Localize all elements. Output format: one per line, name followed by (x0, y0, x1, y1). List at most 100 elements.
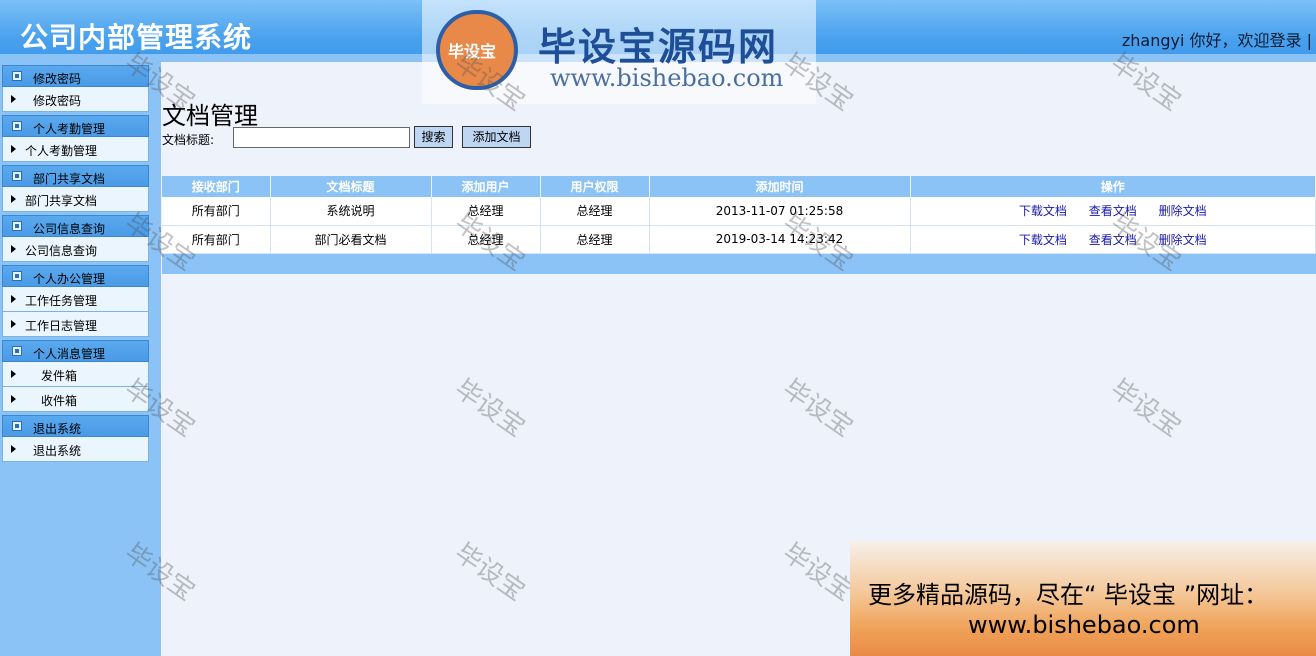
sidebar-group-title: 修改密码 (33, 72, 82, 86)
folder-icon (12, 171, 22, 181)
sidebar-item-worklog[interactable]: 工作日志管理 (2, 312, 149, 337)
arrow-right-icon (11, 295, 16, 303)
add-document-button[interactable]: 添加文档 (462, 126, 531, 148)
download-document-link[interactable]: 下载文档 (1019, 204, 1067, 218)
sidebar-item-label: 工作日志管理 (25, 319, 98, 333)
sidebar: 修改密码 修改密码 个人考勤管理 个人考勤管理 部门共享文档 部门共享文档 公司… (0, 62, 161, 656)
download-document-link[interactable]: 下载文档 (1019, 233, 1067, 247)
column-header: 添加时间 (649, 176, 911, 197)
cell-role: 总经理 (540, 225, 650, 254)
column-header: 文档标题 (270, 176, 432, 197)
logo-badge-icon: 毕设宝 (436, 10, 518, 90)
folder-icon (12, 221, 22, 231)
sidebar-item-attendance[interactable]: 个人考勤管理 (2, 137, 149, 162)
ad-text: 更多精品源码，尽在“ 毕设宝 ”网址： (868, 581, 1269, 609)
view-document-link[interactable]: 查看文档 (1089, 204, 1137, 218)
folder-icon (12, 121, 22, 131)
sidebar-group-shared-docs: 部门共享文档 部门共享文档 (2, 165, 149, 212)
sidebar-group-company-info: 公司信息查询 公司信息查询 (2, 215, 149, 262)
sidebar-group-header[interactable]: 个人办公管理 (2, 265, 149, 287)
sidebar-group-title: 个人办公管理 (33, 272, 106, 286)
sidebar-group-password: 修改密码 修改密码 (2, 65, 149, 112)
folder-icon (12, 421, 22, 431)
sidebar-item-label: 个人考勤管理 (25, 144, 98, 158)
cell-role: 总经理 (540, 197, 650, 226)
sidebar-item-label: 退出系统 (33, 444, 82, 458)
sidebar-group-attendance: 个人考勤管理 个人考勤管理 (2, 115, 149, 162)
delete-document-link[interactable]: 删除文档 (1159, 204, 1207, 218)
logo-url-text: www.bishebao.com (550, 64, 784, 92)
page-title: 文档管理 (162, 102, 258, 130)
logo-badge-text: 毕设宝 (448, 42, 497, 61)
arrow-right-icon (11, 145, 16, 153)
cell-actions: 下载文档 查看文档 删除文档 (910, 197, 1316, 226)
table-row: 所有部门 部门必看文档 总经理 总经理 2019-03-14 14:23:42 … (162, 225, 1316, 254)
column-header: 操作 (910, 176, 1316, 197)
folder-icon (12, 346, 22, 356)
folder-icon (12, 271, 22, 281)
watermark-logo: 毕设宝 毕设宝源码网 www.bishebao.com (422, 0, 816, 104)
sidebar-group-header[interactable]: 退出系统 (2, 415, 149, 437)
sidebar-group-title: 个人消息管理 (33, 347, 106, 361)
view-document-link[interactable]: 查看文档 (1089, 233, 1137, 247)
folder-icon (12, 71, 22, 81)
arrow-right-icon (11, 245, 16, 253)
sidebar-item-label: 公司信息查询 (25, 244, 98, 258)
column-header: 接收部门 (162, 176, 271, 197)
cell-title: 部门必看文档 (270, 225, 432, 254)
cell-dept: 所有部门 (162, 197, 271, 226)
arrow-right-icon (11, 320, 16, 328)
sidebar-item-label: 部门共享文档 (25, 194, 98, 208)
sidebar-group-title: 退出系统 (33, 422, 82, 436)
logo-brand-text: 毕设宝源码网 (538, 25, 779, 69)
table-header-row: 接收部门 文档标题 添加用户 用户权限 添加时间 操作 (162, 176, 1316, 197)
app-title: 公司内部管理系统 (20, 21, 253, 54)
sidebar-group-header[interactable]: 部门共享文档 (2, 165, 149, 187)
search-label: 文档标题: (162, 133, 215, 147)
search-input[interactable] (233, 127, 410, 148)
arrow-right-icon (11, 95, 16, 103)
sidebar-group-title: 公司信息查询 (33, 222, 106, 236)
sidebar-item-label: 工作任务管理 (25, 294, 98, 308)
sidebar-item-inbox[interactable]: 收件箱 (2, 387, 149, 412)
cell-time: 2013-11-07 01:25:58 (649, 197, 911, 226)
sidebar-group-header[interactable]: 个人考勤管理 (2, 115, 149, 137)
arrow-right-icon (11, 195, 16, 203)
sidebar-group-logout: 退出系统 退出系统 (2, 415, 149, 462)
sidebar-item-label: 收件箱 (41, 394, 78, 408)
sidebar-item-change-password[interactable]: 修改密码 (2, 87, 149, 112)
arrow-right-icon (11, 395, 16, 403)
column-header: 用户权限 (540, 176, 650, 197)
ad-url: www.bishebao.com (968, 611, 1200, 639)
table-footer-bar (162, 254, 1316, 274)
ad-banner[interactable]: 更多精品源码，尽在“ 毕设宝 ”网址： www.bishebao.com (850, 541, 1316, 656)
sidebar-group-title: 个人考勤管理 (33, 122, 106, 136)
sidebar-item-logout[interactable]: 退出系统 (2, 437, 149, 462)
sidebar-item-tasks[interactable]: 工作任务管理 (2, 287, 149, 312)
sidebar-group-header[interactable]: 修改密码 (2, 65, 149, 87)
welcome-text: zhangyi 你好，欢迎登录 | (1121, 31, 1312, 50)
cell-user: 总经理 (431, 197, 541, 226)
documents-table: 接收部门 文档标题 添加用户 用户权限 添加时间 操作 所有部门 系统说明 总经… (162, 176, 1316, 254)
sidebar-group-office: 个人办公管理 工作任务管理 工作日志管理 (2, 265, 149, 337)
sidebar-item-label: 修改密码 (33, 94, 82, 108)
cell-title: 系统说明 (270, 197, 432, 226)
sidebar-item-company-info[interactable]: 公司信息查询 (2, 237, 149, 262)
delete-document-link[interactable]: 删除文档 (1159, 233, 1207, 247)
sidebar-group-title: 部门共享文档 (33, 172, 106, 186)
cell-dept: 所有部门 (162, 225, 271, 254)
cell-actions: 下载文档 查看文档 删除文档 (910, 225, 1316, 254)
column-header: 添加用户 (431, 176, 541, 197)
sidebar-group-header[interactable]: 个人消息管理 (2, 340, 149, 362)
sidebar-group-messages: 个人消息管理 发件箱 收件箱 (2, 340, 149, 412)
cell-time: 2019-03-14 14:23:42 (649, 225, 911, 254)
search-button[interactable]: 搜索 (414, 126, 453, 148)
table-row: 所有部门 系统说明 总经理 总经理 2013-11-07 01:25:58 下载… (162, 197, 1316, 226)
sidebar-item-outbox[interactable]: 发件箱 (2, 362, 149, 387)
arrow-right-icon (11, 370, 16, 378)
sidebar-item-shared-docs[interactable]: 部门共享文档 (2, 187, 149, 212)
sidebar-group-header[interactable]: 公司信息查询 (2, 215, 149, 237)
sidebar-item-label: 发件箱 (41, 369, 78, 383)
arrow-right-icon (11, 445, 16, 453)
cell-user: 总经理 (431, 225, 541, 254)
